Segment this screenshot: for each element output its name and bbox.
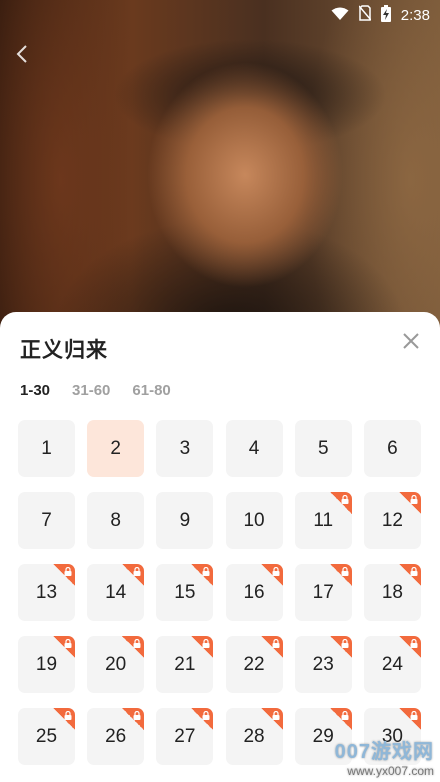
lock-icon: [410, 639, 418, 648]
episode-button-3[interactable]: 3: [156, 420, 214, 477]
episode-button-18[interactable]: 18: [363, 564, 421, 621]
episode-sheet: 正义归来 1-30 31-60 61-80 1 2 3 4 5 6 7 8 9 10 11 12 13 1…: [0, 312, 440, 782]
episode-button-17[interactable]: 17: [294, 564, 352, 621]
lock-icon: [410, 711, 418, 720]
lock-badge: [122, 636, 145, 658]
lock-badge: [53, 708, 75, 730]
episode-grid: 1 2 3 4 5 6 7 8 9 10 11 12 13 14 15 16 17 18 19 20 21 22 23 24 2…: [18, 420, 428, 765]
lock-badge: [122, 708, 145, 730]
back-button[interactable]: [8, 42, 36, 70]
lock-icon: [202, 639, 210, 648]
lock-badge: [398, 564, 421, 586]
lock-badge: [329, 564, 352, 586]
video-player[interactable]: [0, 0, 440, 340]
lock-icon: [341, 639, 349, 648]
lock-icon: [133, 711, 141, 720]
lock-badge: [122, 564, 145, 586]
lock-badge: [398, 708, 421, 730]
lock-badge: [260, 564, 283, 586]
episode-button-26[interactable]: 26: [87, 708, 145, 765]
episode-button-8[interactable]: 8: [87, 492, 145, 549]
lock-icon: [272, 639, 280, 648]
episode-range-tabs: 1-30 31-60 61-80: [20, 382, 171, 399]
episode-button-7[interactable]: 7: [18, 492, 75, 549]
lock-icon: [202, 567, 210, 576]
tab-range-1-30[interactable]: 1-30: [20, 382, 50, 399]
lock-icon: [341, 567, 349, 576]
watermark: 007游戏网 www.yx007.com: [335, 735, 434, 778]
episode-button-2[interactable]: 2: [87, 420, 145, 477]
episode-number: 9: [179, 509, 191, 531]
episode-button-23[interactable]: 23: [294, 636, 352, 693]
episode-button-1[interactable]: 1: [18, 420, 75, 477]
episode-number: 4: [248, 437, 260, 459]
lock-badge: [53, 636, 75, 658]
tab-range-31-60[interactable]: 31-60: [72, 382, 110, 399]
lock-icon: [341, 711, 349, 720]
lock-badge: [53, 564, 75, 586]
episode-number: 3: [179, 437, 191, 459]
lock-icon: [133, 639, 141, 648]
episode-button-24[interactable]: 24: [363, 636, 421, 693]
watermark-main: 007游戏网: [334, 741, 434, 763]
lock-badge: [260, 636, 283, 658]
lock-icon: [410, 567, 418, 576]
chevron-left-icon: [16, 45, 27, 63]
no-sim-icon: [358, 5, 372, 25]
lock-badge: [260, 708, 283, 730]
episode-button-15[interactable]: 15: [156, 564, 214, 621]
sheet-title: 正义归来: [20, 338, 108, 362]
lock-badge: [329, 636, 352, 658]
lock-icon: [341, 495, 349, 504]
lock-badge: [398, 492, 421, 514]
battery-charging-icon: [380, 4, 391, 26]
episode-button-16[interactable]: 16: [225, 564, 283, 621]
episode-button-21[interactable]: 21: [156, 636, 214, 693]
tab-range-61-80[interactable]: 61-80: [132, 382, 170, 399]
lock-icon: [133, 567, 141, 576]
episode-number: 2: [110, 437, 121, 459]
episode-button-11[interactable]: 11: [294, 492, 352, 549]
watermark-url: www.yx007.com: [347, 764, 434, 778]
lock-badge: [329, 708, 352, 730]
episode-number: 5: [317, 437, 329, 459]
lock-icon: [64, 711, 72, 720]
episode-button-14[interactable]: 14: [87, 564, 145, 621]
episode-button-13[interactable]: 13: [18, 564, 75, 621]
close-icon: [403, 333, 419, 349]
episode-number: 10: [243, 509, 265, 531]
lock-icon: [410, 495, 418, 504]
episode-button-25[interactable]: 25: [18, 708, 75, 765]
episode-button-28[interactable]: 28: [225, 708, 283, 765]
lock-badge: [191, 708, 214, 730]
wifi-icon: [331, 6, 349, 25]
lock-badge: [329, 492, 352, 514]
episode-number: 7: [41, 509, 52, 531]
lock-icon: [64, 567, 72, 576]
episode-button-19[interactable]: 19: [18, 636, 75, 693]
lock-icon: [272, 567, 280, 576]
lock-icon: [272, 711, 280, 720]
episode-number: 1: [41, 437, 52, 459]
episode-button-12[interactable]: 12: [363, 492, 421, 549]
episode-number: 6: [387, 437, 398, 459]
episode-button-6[interactable]: 6: [363, 420, 421, 477]
episode-button-9[interactable]: 9: [156, 492, 214, 549]
episode-button-22[interactable]: 22: [225, 636, 283, 693]
lock-badge: [191, 564, 214, 586]
episode-button-20[interactable]: 20: [87, 636, 145, 693]
status-bar: 2:38: [0, 0, 440, 30]
episode-number: 8: [110, 509, 121, 531]
lock-icon: [202, 711, 210, 720]
episode-button-4[interactable]: 4: [225, 420, 283, 477]
episode-button-5[interactable]: 5: [294, 420, 352, 477]
episode-button-10[interactable]: 10: [225, 492, 283, 549]
lock-badge: [191, 636, 214, 658]
lock-badge: [398, 636, 421, 658]
close-button[interactable]: [400, 330, 422, 352]
lock-icon: [64, 639, 72, 648]
episode-button-27[interactable]: 27: [156, 708, 214, 765]
status-time: 2:38: [400, 6, 430, 24]
